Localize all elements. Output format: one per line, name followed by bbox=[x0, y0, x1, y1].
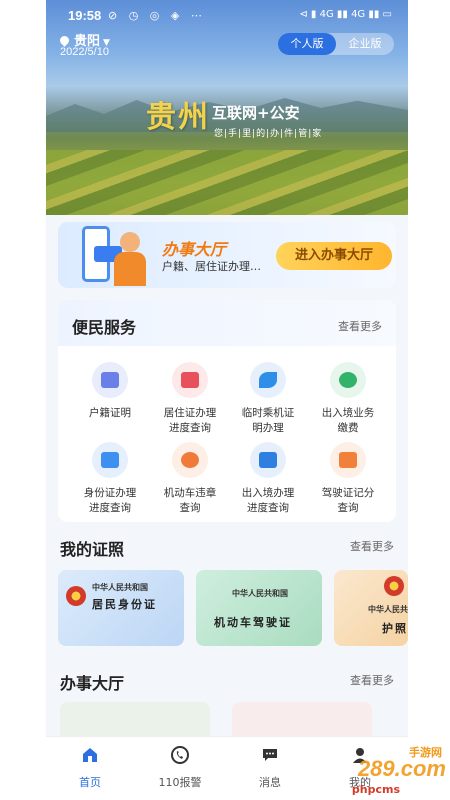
status-notification-icons: ⊘ ◷ ◎ ◈ ⋯ bbox=[108, 9, 206, 22]
tab-label: 110报警 bbox=[158, 776, 202, 789]
enterprise-mode-button[interactable]: 企业版 bbox=[336, 33, 394, 55]
current-date: 2022/5/10 bbox=[60, 46, 109, 58]
service-label: 身份证办理进度查询 bbox=[83, 487, 137, 514]
office-banner-title: 办事大厅 bbox=[162, 240, 227, 259]
message-icon bbox=[263, 749, 277, 761]
person-head-illustration bbox=[120, 232, 140, 252]
field-scenery bbox=[46, 150, 408, 215]
office-hall-banner[interactable]: 办事大厅 户籍、居住证办理… 进入办事大厅 bbox=[58, 222, 396, 288]
cert-country: 中华人民共和国 bbox=[92, 583, 148, 592]
certificates-more-link[interactable]: 查看更多 bbox=[350, 538, 394, 554]
hall-title: 办事大厅 bbox=[60, 674, 125, 693]
certificates-carousel[interactable]: 中华人民共和国 居民身份证 中华人民共和国 机动车驾驶证 中华人民共和国 护照 bbox=[58, 570, 408, 648]
watermark-site: 手游网 bbox=[409, 746, 442, 759]
hero-calligraphy: 贵州 bbox=[146, 100, 210, 135]
home-icon bbox=[83, 748, 97, 762]
service-label: 居住证办理进度查询 bbox=[163, 407, 217, 434]
payment-icon bbox=[330, 362, 366, 398]
cert-card-passport[interactable]: 中华人民共和国 护照 bbox=[334, 570, 408, 646]
office-banner-subtitle: 户籍、居住证办理… bbox=[162, 260, 261, 273]
status-bar: 19:58 ⊘ ◷ ◎ ◈ ⋯ ⊲ ▮ 4G ▮▮ 4G ▮▮ ▭ bbox=[46, 6, 408, 28]
services-title: 便民服务 bbox=[72, 318, 137, 337]
service-item-household-cert[interactable]: 户籍证明 bbox=[68, 362, 152, 421]
service-item-residence-permit[interactable]: 居住证办理进度查询 bbox=[148, 362, 232, 436]
residence-permit-icon bbox=[172, 362, 208, 398]
national-emblem-icon bbox=[384, 576, 404, 596]
id-card-icon bbox=[92, 362, 128, 398]
cert-card-id[interactable]: 中华人民共和国 居民身份证 bbox=[58, 570, 184, 646]
service-label: 出入境办理进度查询 bbox=[241, 487, 295, 514]
service-item-license-points[interactable]: 驾驶证记分查询 bbox=[306, 442, 390, 516]
passport-icon bbox=[250, 442, 286, 478]
mode-toggle: 个人版 企业版 bbox=[278, 33, 394, 55]
vehicle-violation-icon bbox=[172, 442, 208, 478]
tab-label: 消息 bbox=[259, 776, 281, 789]
app-screen: 19:58 ⊘ ◷ ◎ ◈ ⋯ ⊲ ▮ 4G ▮▮ 4G ▮▮ ▭ 贵阳 ▼ 20… bbox=[46, 0, 408, 800]
hero-banner[interactable]: 19:58 ⊘ ◷ ◎ ◈ ⋯ ⊲ ▮ 4G ▮▮ 4G ▮▮ ▭ 贵阳 ▼ 20… bbox=[46, 0, 408, 215]
tab-home[interactable]: 首页 bbox=[54, 745, 126, 790]
tab-messages[interactable]: 消息 bbox=[234, 745, 306, 790]
services-more-link[interactable]: 查看更多 bbox=[338, 318, 382, 334]
tab-label: 首页 bbox=[79, 776, 101, 789]
location-pin-icon bbox=[58, 34, 71, 47]
national-emblem-icon bbox=[66, 586, 86, 606]
service-label: 出入境业务缴费 bbox=[321, 407, 375, 434]
cert-country: 中华人民共和国 bbox=[232, 589, 288, 598]
phone-icon bbox=[171, 746, 189, 764]
id-progress-icon bbox=[92, 442, 128, 478]
cert-name: 护照 bbox=[382, 622, 408, 635]
license-points-icon bbox=[330, 442, 366, 478]
service-label: 驾驶证记分查询 bbox=[321, 487, 375, 514]
service-label: 机动车违章查询 bbox=[163, 487, 217, 514]
airplane-icon bbox=[250, 362, 286, 398]
service-label: 户籍证明 bbox=[89, 407, 131, 419]
personal-mode-button[interactable]: 个人版 bbox=[278, 33, 336, 55]
certificates-title: 我的证照 bbox=[60, 540, 125, 559]
cert-country: 中华人民共和国 bbox=[368, 605, 408, 614]
cert-name: 机动车驾驶证 bbox=[214, 616, 292, 629]
service-label: 临时乘机证明办理 bbox=[241, 407, 295, 434]
person-body-illustration bbox=[114, 252, 146, 286]
status-time: 19:58 bbox=[68, 8, 102, 23]
cert-card-driver-license[interactable]: 中华人民共和国 机动车驾驶证 bbox=[196, 570, 322, 646]
cert-name: 居民身份证 bbox=[92, 598, 157, 611]
hero-subtitle: 您|手|里|的|办|件|管|家 bbox=[214, 129, 323, 139]
tab-110-alarm[interactable]: 110报警 bbox=[144, 745, 216, 790]
hall-more-link[interactable]: 查看更多 bbox=[350, 672, 394, 688]
service-item-exit-entry-payment[interactable]: 出入境业务缴费 bbox=[306, 362, 390, 436]
watermark-sub: phpcms bbox=[351, 783, 400, 796]
service-item-flight-certificate[interactable]: 临时乘机证明办理 bbox=[226, 362, 310, 436]
service-item-id-progress[interactable]: 身份证办理进度查询 bbox=[68, 442, 152, 516]
status-system-icons: ⊲ ▮ 4G ▮▮ 4G ▮▮ ▭ bbox=[299, 9, 392, 20]
hero-title: 互联网+公安 bbox=[212, 104, 300, 122]
convenience-services-card: 便民服务 查看更多 户籍证明 居住证办理进度查询 临时乘机证明办理 出入境业务缴… bbox=[58, 300, 396, 522]
enter-office-hall-button[interactable]: 进入办事大厅 bbox=[276, 242, 392, 270]
service-item-exit-entry-progress[interactable]: 出入境办理进度查询 bbox=[226, 442, 310, 516]
service-item-vehicle-violation[interactable]: 机动车违章查询 bbox=[148, 442, 232, 516]
